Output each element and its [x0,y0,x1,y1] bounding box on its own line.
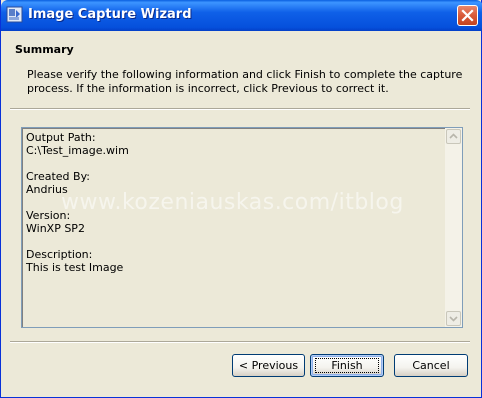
window-title: Image Capture Wizard [28,7,192,22]
close-icon [461,9,474,22]
watermark-text: www.kozeniauskas.com/itblog [61,190,404,215]
focus-rectangle [315,358,379,373]
wizard-window: Image Capture Wizard Summary Please veri… [0,0,482,398]
previous-button[interactable]: < Previous [232,354,305,377]
scroll-down-button[interactable] [446,311,461,326]
output-path-value: C:\Test_image.wim [26,144,129,157]
description-value: This is test Image [26,261,124,274]
title-bar[interactable]: Image Capture Wizard [1,0,482,31]
scroll-up-button[interactable] [446,129,461,144]
wizard-app-icon [6,6,23,23]
scroll-down-arrow-icon [449,316,458,322]
finish-button[interactable]: Finish [310,354,384,377]
header-divider [10,108,470,110]
instructions-text: Please verify the following information … [27,68,463,95]
output-path-label: Output Path: [26,131,96,144]
vertical-scrollbar[interactable] [445,128,462,327]
footer-divider [10,341,470,343]
scroll-up-arrow-icon [449,133,458,139]
version-value: WinXP SP2 [26,222,85,235]
description-label: Description: [26,248,93,261]
cancel-button[interactable]: Cancel [394,354,468,377]
created-by-label: Created By: [26,170,90,183]
close-button[interactable] [457,5,478,26]
summary-info-box[interactable]: Output Path: C:\Test_image.wim Created B… [21,127,463,328]
page-title: Summary [15,43,74,56]
